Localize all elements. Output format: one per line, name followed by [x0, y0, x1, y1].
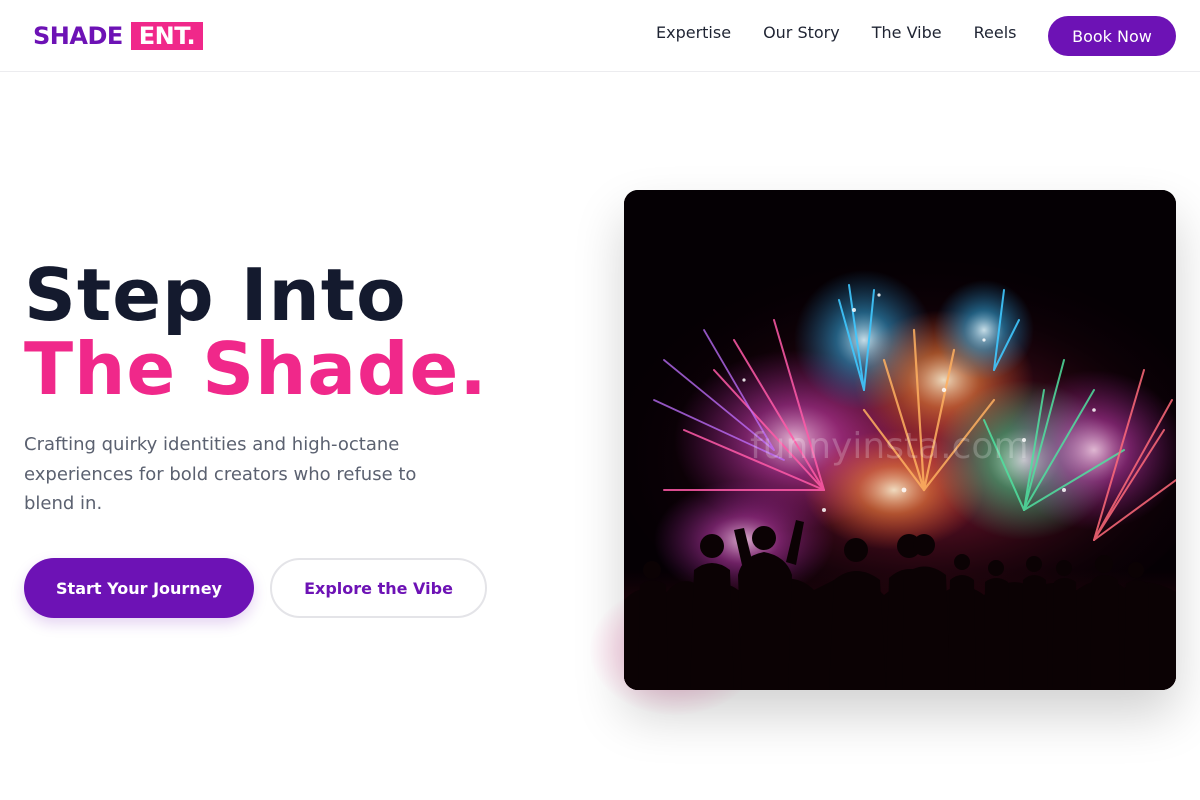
- hero-subtitle: Crafting quirky identities and high-octa…: [24, 434, 417, 514]
- hero-image: funnyinsta.com: [624, 190, 1176, 690]
- logo-badge: ENT.: [130, 22, 204, 50]
- nav-item-our-story[interactable]: Our Story: [763, 23, 840, 42]
- hero-headline-line1: Step Into: [24, 253, 407, 337]
- fireworks-illustration: funnyinsta.com: [624, 190, 1176, 690]
- nav-item-reels[interactable]: Reels: [974, 23, 1017, 42]
- brand-logo[interactable]: SHADE ENT.: [33, 20, 204, 52]
- main-nav: Expertise Our Story The Vibe Reels: [656, 23, 1017, 42]
- image-watermark: funnyinsta.com: [750, 426, 1029, 467]
- explore-vibe-button[interactable]: Explore the Vibe: [270, 558, 487, 618]
- nav-item-the-vibe[interactable]: The Vibe: [872, 23, 942, 42]
- logo-wordmark: SHADE: [33, 22, 123, 50]
- nav-item-expertise[interactable]: Expertise: [656, 23, 731, 42]
- start-journey-button[interactable]: Start Your Journey: [24, 558, 254, 618]
- site-header: SHADE ENT. Expertise Our Story The Vibe …: [0, 0, 1200, 72]
- book-now-button[interactable]: Book Now: [1048, 16, 1176, 56]
- hero-headline-line2: The Shade.: [24, 327, 488, 411]
- hero-headline: Step Into The Shade.: [24, 258, 488, 406]
